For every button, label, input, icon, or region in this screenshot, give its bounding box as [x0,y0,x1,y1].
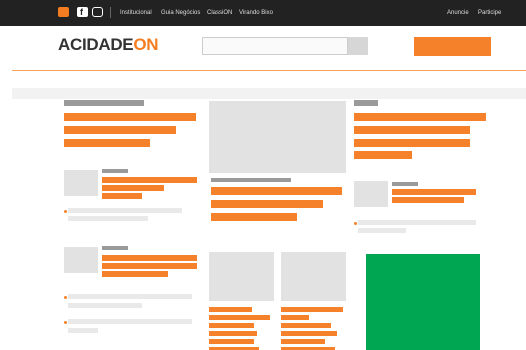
title-placeholder[interactable] [102,255,197,261]
nav-virando-bixo[interactable]: Virando Bixo [239,9,273,17]
tag-placeholder [102,246,128,250]
headline-placeholder[interactable] [64,126,176,134]
instagram-icon[interactable] [92,7,103,17]
title-placeholder[interactable] [102,263,197,269]
bullet-icon [64,321,67,324]
text-placeholder[interactable] [68,294,192,299]
text-placeholder[interactable] [68,319,192,324]
text-placeholder[interactable] [68,216,148,221]
title-placeholder[interactable] [281,331,337,336]
title-placeholder[interactable] [102,193,142,199]
featured-image-placeholder[interactable] [209,101,346,173]
thumbnail-placeholder[interactable] [209,252,274,301]
nav-guia-negocios[interactable]: Guia Negócios [161,9,200,17]
bullet-icon [354,222,357,225]
title-placeholder[interactable] [102,177,197,183]
search-input[interactable] [202,37,348,55]
bullet-icon [64,210,67,213]
title-placeholder[interactable] [209,323,254,328]
section-label-placeholder [354,100,378,106]
title-placeholder[interactable] [281,307,343,312]
headline-placeholder[interactable] [64,139,150,147]
title-placeholder[interactable] [281,323,331,328]
title-placeholder[interactable] [392,197,464,203]
top-bar: f Institucional Guia Negócios ClassiON V… [0,0,526,26]
search-button[interactable] [348,37,368,55]
logo-accent: ON [133,35,159,54]
logo-main: ACIDADE [58,35,134,54]
text-placeholder[interactable] [358,228,406,233]
topbar-divider [110,7,111,18]
nav-institucional[interactable]: Institucional [120,9,152,17]
tag-placeholder [102,169,128,173]
header-divider [12,70,526,71]
headline-placeholder[interactable] [354,126,470,134]
headline-placeholder[interactable] [211,200,323,208]
text-placeholder[interactable] [68,303,142,308]
headline-placeholder[interactable] [354,113,486,121]
section-label-placeholder [64,100,144,106]
text-placeholder[interactable] [358,220,476,225]
tag-placeholder [211,178,291,182]
headline-placeholder[interactable] [211,187,342,195]
thumbnail-placeholder[interactable] [354,181,388,207]
thumbnail-placeholder[interactable] [64,170,98,196]
bullet-icon [64,296,67,299]
title-placeholder[interactable] [209,315,270,320]
on-logo-icon[interactable] [58,7,69,17]
thumbnail-placeholder[interactable] [281,252,346,301]
title-placeholder[interactable] [281,315,309,320]
site-logo[interactable]: ACIDADEON [58,35,159,55]
headline-placeholder[interactable] [354,151,412,159]
headline-placeholder[interactable] [211,213,297,221]
title-placeholder[interactable] [209,307,252,312]
title-placeholder[interactable] [102,271,168,277]
title-placeholder[interactable] [392,189,476,195]
title-placeholder[interactable] [281,339,325,344]
title-placeholder[interactable] [209,331,257,336]
facebook-icon[interactable]: f [77,7,88,17]
advertisement-banner[interactable] [366,254,480,350]
text-placeholder[interactable] [68,328,98,333]
headline-placeholder[interactable] [64,113,196,121]
nav-participe[interactable]: Participe [478,9,501,17]
tag-placeholder [392,182,418,186]
headline-placeholder[interactable] [354,139,470,147]
nav-anuncie[interactable]: Anuncie [447,9,469,17]
text-placeholder[interactable] [68,208,182,213]
nav-classion[interactable]: ClassiON [207,9,232,17]
thumbnail-placeholder[interactable] [64,247,98,273]
cta-button[interactable] [414,37,491,56]
title-placeholder[interactable] [102,185,164,191]
title-placeholder[interactable] [209,339,254,344]
loading-strip [12,88,526,99]
